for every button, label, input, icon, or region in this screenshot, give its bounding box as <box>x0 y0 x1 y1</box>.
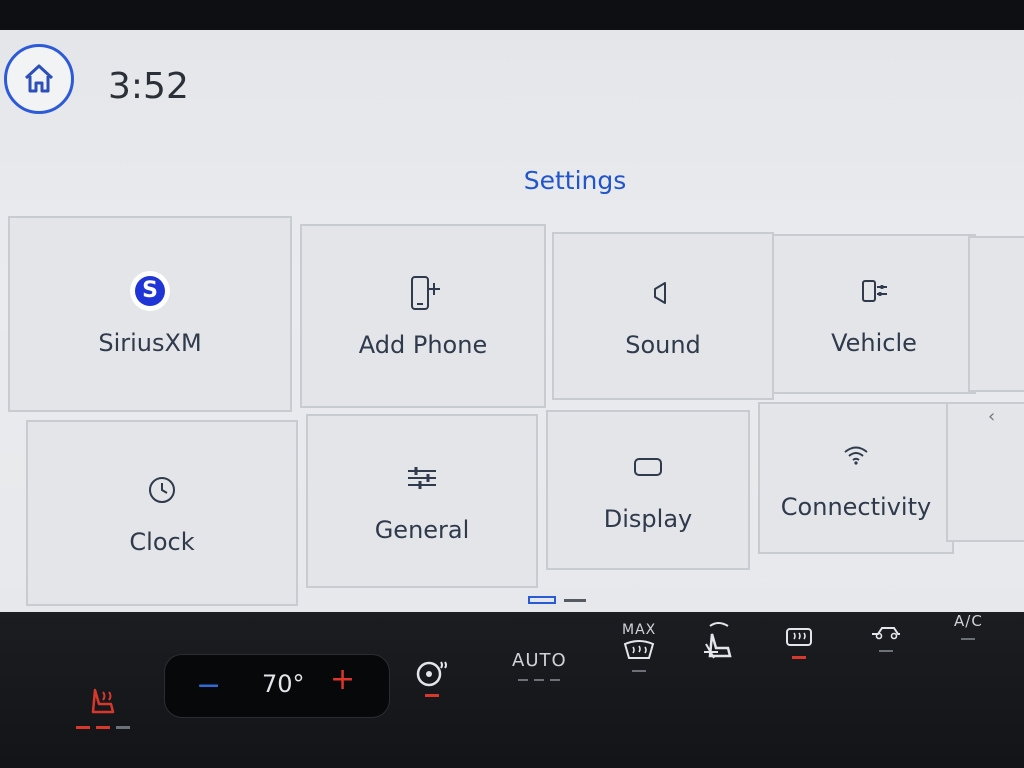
tile-clock[interactable]: Clock <box>26 420 298 606</box>
page-indicator-active[interactable] <box>528 596 556 604</box>
heated-seat-icon <box>91 688 115 714</box>
auto-climate-button[interactable]: AUTO <box>512 650 567 681</box>
tile-label: Clock <box>129 528 195 556</box>
vehicle-settings-icon <box>862 280 887 302</box>
page-title: Settings <box>523 166 627 195</box>
speaker-icon <box>654 282 666 304</box>
cooled-seat-button[interactable] <box>700 618 740 664</box>
ventilated-seat-icon <box>704 622 732 659</box>
tile-display[interactable]: Display <box>546 410 750 570</box>
tile-label: SiriusXM <box>98 329 202 357</box>
heated-steering-wheel-button[interactable] <box>414 658 450 697</box>
tile-label: General <box>374 516 470 544</box>
home-button[interactable] <box>4 44 74 114</box>
tile-add-phone[interactable]: Add Phone <box>300 224 546 408</box>
ac-label: A/C <box>954 612 983 630</box>
clock-icon <box>149 477 175 503</box>
air-recirculation-icon <box>872 627 900 640</box>
tile-label: Sound <box>625 331 701 359</box>
sliders-icon <box>408 467 436 489</box>
tile-next-page-peek[interactable] <box>968 236 1024 392</box>
tile-label: Add Phone <box>358 331 488 359</box>
recirculation-button[interactable] <box>868 620 904 652</box>
rear-defrost-button[interactable] <box>784 626 814 659</box>
tile-label: Vehicle <box>831 329 917 357</box>
infotainment-screen: 3:52 Settings S SiriusXM Add Phone Sound <box>0 30 1024 662</box>
home-icon <box>24 64 54 93</box>
siriusxm-logo-icon: S <box>130 271 170 311</box>
wifi-icon <box>844 446 868 465</box>
tile-connectivity[interactable]: Connectivity <box>758 402 954 554</box>
ac-button[interactable]: A/C <box>954 612 983 640</box>
tile-label: Display <box>603 505 693 533</box>
auto-label: AUTO <box>512 650 567 671</box>
status-time: 3:52 <box>108 66 189 107</box>
tile-vehicle[interactable]: Vehicle <box>772 234 976 394</box>
tile-general[interactable]: General <box>306 414 538 588</box>
max-label: MAX <box>622 622 657 638</box>
add-phone-icon <box>411 276 440 310</box>
temperature-increase-button[interactable]: + <box>330 662 355 697</box>
tile-siriusxm[interactable]: S SiriusXM <box>8 216 292 412</box>
max-defrost-button[interactable]: MAX <box>622 622 656 672</box>
temperature-value: 70° <box>262 670 305 698</box>
heated-steering-wheel-icon <box>416 661 447 687</box>
tile-label: Connectivity <box>780 493 932 521</box>
driver-seat-heat-button[interactable] <box>76 686 130 729</box>
display-icon <box>634 458 662 476</box>
tile-next-page-peek-2[interactable] <box>946 402 1024 542</box>
page-indicator-inactive[interactable] <box>564 599 586 602</box>
page-indicator[interactable] <box>528 596 586 604</box>
tile-sound[interactable]: Sound <box>552 232 774 400</box>
rear-defrost-icon <box>786 628 812 646</box>
front-defrost-icon <box>623 640 655 659</box>
temperature-decrease-button[interactable]: − <box>196 668 221 703</box>
chevron-left-icon[interactable]: ‹ <box>988 406 995 427</box>
